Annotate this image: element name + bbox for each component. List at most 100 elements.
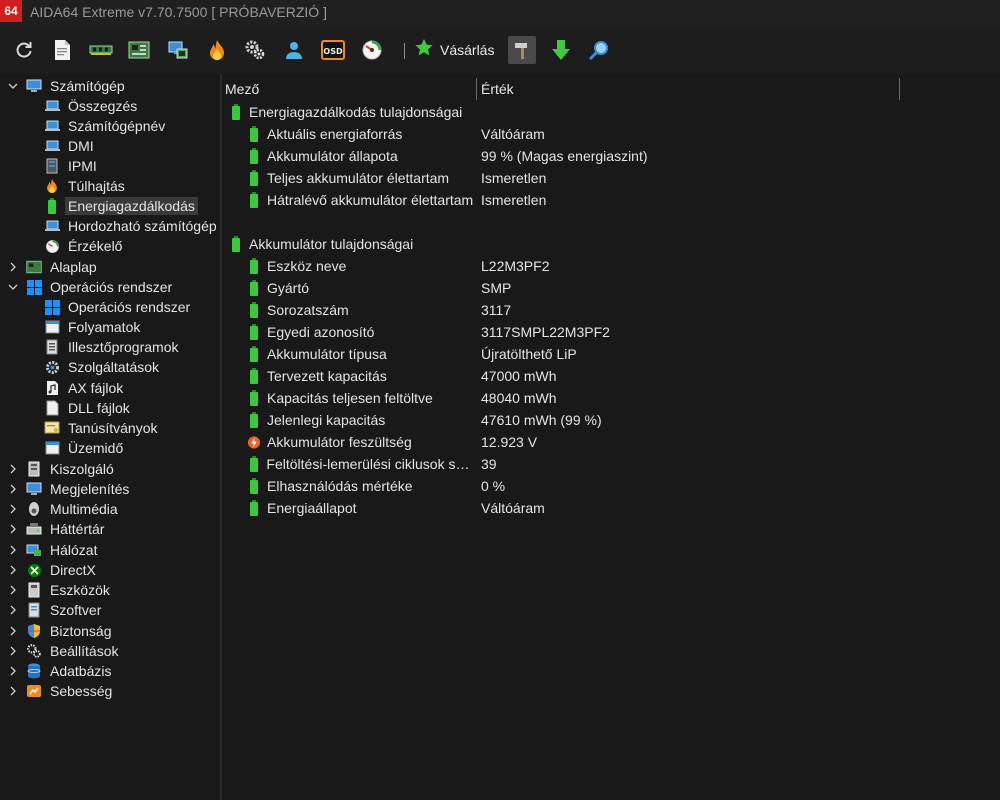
battery-icon — [247, 170, 261, 186]
tree-item-motherboard[interactable]: Alaplap — [6, 257, 100, 277]
osd-icon[interactable]: OSD — [320, 37, 346, 63]
chevron-down-icon[interactable] — [6, 79, 20, 93]
tree-item-directx[interactable]: DirectX — [6, 560, 99, 580]
field-value: 99 % (Magas energiaszint) — [481, 148, 648, 164]
tree-item-label: Tanúsítványok — [68, 420, 158, 436]
settings-gears-icon[interactable] — [242, 37, 268, 63]
chevron-right-icon[interactable] — [6, 644, 20, 658]
tree-item-software[interactable]: Szoftver — [6, 600, 104, 620]
tree-item-label: DMI — [68, 138, 94, 154]
battery-icon — [44, 198, 60, 214]
tree-item-storage[interactable]: Háttértár — [6, 519, 107, 539]
list-item[interactable]: Kapacitás teljesen feltöltve — [247, 387, 433, 409]
tree-item-summary[interactable]: Összegzés — [44, 96, 140, 116]
laptop-icon — [44, 118, 60, 134]
list-item[interactable]: Akkumulátor típusa — [247, 343, 387, 365]
tree-item-multimedia[interactable]: Multimédia — [6, 499, 121, 519]
group-header[interactable]: Energiagazdálkodás tulajdonságai — [229, 101, 462, 123]
tree-item-label: Eszközök — [50, 582, 110, 598]
tree-item-settings[interactable]: Beállítások — [6, 641, 121, 661]
buy-button[interactable]: Vásárlás — [414, 37, 494, 63]
list-item[interactable]: Hátralévő akkumulátor élettartam — [247, 189, 473, 211]
tree-item-server[interactable]: Kiszolgáló — [6, 459, 117, 479]
tree-item-drivers[interactable]: Illesztőprogramok — [44, 337, 182, 357]
tree-item-ipmi[interactable]: IPMI — [44, 156, 100, 176]
chevron-right-icon[interactable] — [6, 563, 20, 577]
tree-item-uptime[interactable]: Üzemidő — [44, 438, 126, 458]
list-item[interactable]: Energiaállapot — [247, 497, 357, 519]
user-icon[interactable] — [281, 37, 307, 63]
field-name: Hátralévő akkumulátor élettartam — [267, 192, 474, 208]
hammer-icon[interactable] — [508, 36, 536, 64]
tree-item-dmi[interactable]: DMI — [44, 136, 97, 156]
tree-item-sensor[interactable]: Érzékelő — [44, 236, 125, 256]
tree-item-portable-computer[interactable]: Hordozható számítógép — [44, 216, 220, 236]
tree-item-power-management[interactable]: Energiagazdálkodás — [44, 196, 198, 216]
tree-item-computer-name[interactable]: Számítógépnév — [44, 116, 168, 136]
tree-item-certificates[interactable]: Tanúsítványok — [44, 418, 161, 438]
chevron-right-icon[interactable] — [6, 684, 20, 698]
list-item[interactable]: Egyedi azonosító — [247, 321, 374, 343]
tree-item-os-sub[interactable]: Operációs rendszer — [44, 297, 193, 317]
chevron-right-icon[interactable] — [6, 624, 20, 638]
tree-item-database[interactable]: Adatbázis — [6, 661, 114, 681]
column-header-value[interactable]: Érték — [478, 78, 900, 100]
flame-icon[interactable] — [204, 37, 230, 63]
chevron-right-icon[interactable] — [6, 583, 20, 597]
chevron-down-icon[interactable] — [6, 280, 20, 294]
chevron-right-icon[interactable] — [6, 543, 20, 557]
settings-gears-icon — [26, 643, 42, 659]
list-item[interactable]: Eszköz neve — [247, 255, 346, 277]
field-name: Tervezett kapacitás — [267, 368, 387, 384]
list-item[interactable]: Akkumulátor állapota — [247, 145, 398, 167]
column-header: Mező Érték — [222, 78, 1000, 100]
sensor-gauge-icon[interactable] — [359, 37, 385, 63]
tree-item-benchmark[interactable]: Sebesség — [6, 681, 115, 701]
tree-item-label: Folyamatok — [68, 319, 141, 335]
list-item[interactable]: Akkumulátor feszültség — [247, 431, 412, 453]
chevron-right-icon[interactable] — [6, 522, 20, 536]
tree-item-processes[interactable]: Folyamatok — [44, 317, 143, 337]
field-name: Akkumulátor típusa — [267, 346, 387, 362]
list-item[interactable]: Feltöltési-lemerülési ciklusok szá... — [247, 453, 473, 475]
list-item[interactable]: Elhasználódás mértéke — [247, 475, 413, 497]
tree-item-overclock[interactable]: Túlhajtás — [44, 176, 128, 196]
motherboard-icon[interactable] — [126, 37, 152, 63]
list-item[interactable]: Sorozatszám — [247, 299, 349, 321]
database-icon — [26, 663, 42, 679]
list-item[interactable]: Gyártó — [247, 277, 309, 299]
tree-item-os[interactable]: Operációs rendszer — [6, 277, 175, 297]
list-item[interactable]: Tervezett kapacitás — [247, 365, 387, 387]
tree-item-computer[interactable]: Számítógép — [6, 76, 128, 96]
tree-item-network[interactable]: Hálózat — [6, 540, 100, 560]
report-icon[interactable] — [49, 37, 75, 63]
refresh-icon[interactable] — [11, 37, 37, 63]
chevron-right-icon[interactable] — [6, 502, 20, 516]
column-header-field[interactable]: Mező — [222, 78, 477, 100]
search-icon[interactable] — [586, 37, 612, 63]
tree-item-ax-files[interactable]: AX fájlok — [44, 378, 126, 398]
chevron-right-icon[interactable] — [6, 482, 20, 496]
memory-icon[interactable] — [88, 37, 114, 63]
uptime-window-icon — [44, 440, 60, 456]
chevron-right-icon[interactable] — [6, 462, 20, 476]
tree-item-services[interactable]: Szolgáltatások — [44, 357, 162, 377]
group-header[interactable]: Akkumulátor tulajdonságai — [229, 233, 413, 255]
tree-item-display[interactable]: Megjelenítés — [6, 479, 132, 499]
network-icon — [26, 542, 42, 558]
chevron-right-icon[interactable] — [6, 664, 20, 678]
network-icon[interactable] — [165, 37, 191, 63]
tree-item-security[interactable]: Biztonság — [6, 621, 114, 641]
list-item[interactable]: Jelenlegi kapacitás — [247, 409, 385, 431]
chevron-right-icon[interactable] — [6, 603, 20, 617]
list-item[interactable]: Teljes akkumulátor élettartam — [247, 167, 449, 189]
list-item[interactable]: Aktuális energiaforrás — [247, 123, 402, 145]
download-arrow-icon[interactable] — [548, 37, 574, 63]
tree-item-devices[interactable]: Eszközök — [6, 580, 113, 600]
chevron-right-icon[interactable] — [6, 260, 20, 274]
toolbar: OSD Vásárlás — [0, 27, 1000, 74]
tree-item-dll-files[interactable]: DLL fájlok — [44, 398, 133, 418]
tree-item-label: DirectX — [50, 562, 96, 578]
tree-item-label: IPMI — [68, 158, 97, 174]
group-title: Akkumulátor tulajdonságai — [249, 236, 414, 252]
